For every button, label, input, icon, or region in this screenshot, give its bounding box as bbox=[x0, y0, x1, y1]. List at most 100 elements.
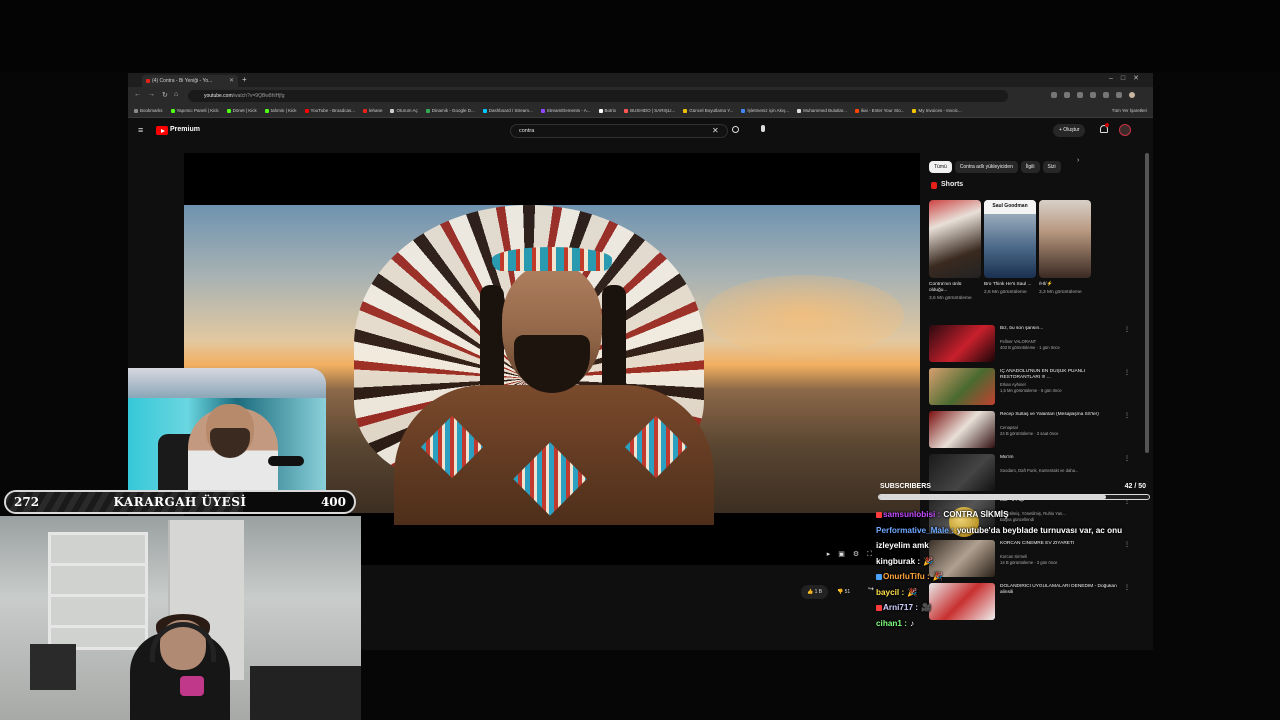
forward-icon[interactable]: → bbox=[148, 91, 155, 98]
recommendation-item[interactable]: İÇ ANADOLU'NUN EN DÜŞÜK PUANLI RESTORANT… bbox=[929, 368, 1144, 408]
youtube-premium-label[interactable]: Premium bbox=[170, 126, 200, 133]
recommendation-title[interactable]: Recep Sultaş ve Yalanları (Mesajlaşma SS… bbox=[1000, 412, 1126, 418]
new-tab-icon[interactable]: + bbox=[242, 75, 247, 84]
bookmark-favicon-icon bbox=[264, 108, 269, 113]
bookmark-label: İşletmeniz için Akış... bbox=[747, 108, 790, 113]
url-host: youtube.com bbox=[204, 93, 233, 99]
video-thumbnail[interactable] bbox=[929, 325, 995, 362]
address-bar[interactable]: youtube.com/watch?v=9QBw8hlHjfg bbox=[188, 90, 1008, 102]
bookmark-item[interactable]: Muhammed Bulutlar... bbox=[797, 108, 847, 113]
window-controls[interactable]: –□✕ bbox=[1109, 74, 1147, 82]
bookmark-item[interactable]: Oturum Aç bbox=[390, 108, 418, 113]
youtube-logo-icon[interactable] bbox=[156, 126, 168, 135]
bookmark-item[interactable]: Bookmarks bbox=[134, 108, 163, 113]
microphone-icon[interactable] bbox=[761, 125, 765, 132]
bookmark-favicon-icon bbox=[170, 108, 175, 113]
clear-search-icon[interactable]: ✕ bbox=[712, 126, 719, 135]
bookmark-favicon-icon bbox=[683, 108, 688, 113]
chat-badge-icon bbox=[876, 604, 882, 611]
extension-icon[interactable] bbox=[1090, 92, 1096, 98]
recommendation-title[interactable]: Biz, bu son şansın... bbox=[1000, 326, 1126, 332]
extension-icons bbox=[1051, 92, 1135, 98]
shorts-icon bbox=[931, 182, 937, 189]
dislike-button[interactable]: 👎 51 bbox=[837, 589, 850, 595]
recommendation-title[interactable]: İÇ ANADOLU'NUN EN DÜŞÜK PUANLI RESTORANT… bbox=[1000, 369, 1126, 381]
extension-icon[interactable] bbox=[1051, 92, 1057, 98]
chat-message: samsunlobisi : CONTRA SİKMİŞ bbox=[876, 507, 1148, 523]
bookmark-favicon-icon bbox=[598, 108, 603, 113]
bookmark-item[interactable]: Dönet | Kick bbox=[226, 108, 257, 113]
chat-text: 🎉 bbox=[923, 556, 934, 566]
extension-icon[interactable] bbox=[1064, 92, 1070, 98]
chat-username[interactable]: OnurluTifu : bbox=[883, 572, 930, 581]
search-input[interactable]: contra bbox=[510, 124, 728, 138]
bookmark-item[interactable]: Botrix bbox=[598, 108, 616, 113]
chat-username[interactable]: Performative_Male : bbox=[876, 526, 954, 535]
back-icon[interactable]: ← bbox=[134, 91, 141, 98]
account-avatar[interactable] bbox=[1119, 124, 1131, 136]
hamburger-menu-icon[interactable]: ≡ bbox=[138, 125, 143, 135]
download-icon[interactable] bbox=[1103, 92, 1109, 98]
recommendation-item[interactable]: Biz, bu son şansın... Fellner VALORANT 403… bbox=[929, 325, 1144, 365]
chat-username[interactable]: baycil : bbox=[876, 588, 904, 597]
chat-username[interactable]: kingburak : bbox=[876, 557, 920, 566]
home-icon[interactable]: ⌂ bbox=[174, 91, 178, 98]
recommendation-item[interactable]: Recep Sultaş ve Yalanları (Mesajlaşma SS… bbox=[929, 411, 1144, 451]
channel-name[interactable]: Soodaro, Daft Punk, Kantentakt ve daha..… bbox=[1000, 468, 1126, 474]
shirt-print bbox=[180, 676, 204, 696]
reload-icon[interactable]: ↻ bbox=[162, 91, 168, 99]
bookmark-item[interactable]: lehane bbox=[362, 108, 382, 113]
url-path: /watch?v=9QBw8hlHjfg bbox=[232, 93, 285, 99]
recommendation-title[interactable]: Mix'im bbox=[1000, 455, 1126, 461]
more-options-icon[interactable]: ⋮ bbox=[1124, 455, 1130, 462]
short-title[interactable]: Bro Think He's Saul ... 2,6 Mn görüntülem… bbox=[984, 282, 1036, 296]
chevron-right-icon[interactable]: › bbox=[1077, 157, 1079, 164]
bookmark-item[interactable]: Dashboard / Stream... bbox=[482, 108, 533, 113]
bookmark-item[interactable]: YouTube - Broadcas... bbox=[304, 108, 355, 113]
bookmark-item[interactable]: tahmin | Kick bbox=[264, 108, 297, 113]
video-thumbnail[interactable] bbox=[929, 368, 995, 405]
filter-chip[interactable]: Contra adlı yükleyiciden bbox=[954, 161, 1018, 173]
player-control-icons[interactable]: ▸▣⚙⛶ bbox=[827, 550, 880, 559]
scrollbar[interactable] bbox=[1145, 153, 1149, 453]
bookmark-label: tahmin | Kick bbox=[270, 108, 297, 113]
more-options-icon[interactable]: ⋮ bbox=[1124, 326, 1130, 333]
chat-username[interactable]: cihan1 : bbox=[876, 619, 907, 628]
profile-avatar[interactable] bbox=[1129, 92, 1135, 98]
filter-chip[interactable]: Sizi bbox=[1042, 161, 1061, 173]
bookmark-item[interactable]: Güncel Boyutlama Y... bbox=[683, 108, 733, 113]
video-thumbnail[interactable] bbox=[929, 411, 995, 448]
bookmark-item[interactable]: My Invoices - Invoic... bbox=[912, 108, 962, 113]
bookmark-item[interactable]: İşletmeniz için Akış... bbox=[741, 108, 789, 113]
short-title[interactable]: /Hİ/⚡ 3,3 Mn görüntüleme bbox=[1039, 282, 1091, 296]
bookmark-item[interactable]: ikai - Enter Your Sto... bbox=[854, 108, 904, 113]
extension-icon[interactable] bbox=[1077, 92, 1083, 98]
filter-chip[interactable]: Tümü bbox=[929, 161, 952, 173]
filter-chip[interactable]: İlgili bbox=[1020, 161, 1040, 173]
chat-message: cihan1 : ♪ bbox=[876, 616, 1148, 632]
short-title[interactable]: Contra'nın ünlü olduğu... 3,6 Mn görüntül… bbox=[929, 282, 981, 302]
tab-youtube[interactable]: (4) Contra - Bi Yeniği - Yo... ✕ bbox=[142, 75, 238, 87]
bookmark-item[interactable]: Yapımcı Paneli | Kick bbox=[170, 108, 219, 113]
all-bookmarks[interactable]: Tüm Yer İşaretleri bbox=[1112, 108, 1147, 113]
bookmark-item[interactable]: BUSHIDO | SARIŞLI... bbox=[624, 108, 675, 113]
extension-icon[interactable] bbox=[1116, 92, 1122, 98]
chat-username[interactable]: Arni717 : bbox=[883, 603, 918, 612]
chat-text: ♪ bbox=[909, 618, 915, 628]
tab-close-icon[interactable]: ✕ bbox=[229, 77, 234, 84]
more-options-icon[interactable]: ⋮ bbox=[1124, 412, 1130, 419]
like-button[interactable]: 👍 1 B bbox=[801, 585, 829, 599]
short-thumbnail[interactable] bbox=[929, 200, 981, 278]
share-icon[interactable]: ↪ bbox=[868, 585, 874, 593]
microphone bbox=[268, 456, 304, 466]
short-thumbnail[interactable] bbox=[1039, 200, 1091, 278]
create-button[interactable]: + Oluştur bbox=[1053, 124, 1086, 137]
short-thumbnail[interactable]: Saul Goodman bbox=[984, 200, 1036, 278]
more-options-icon[interactable]: ⋮ bbox=[1124, 369, 1130, 376]
chat-username[interactable]: samsunlobisi : bbox=[883, 510, 940, 519]
bookmark-item[interactable]: Dinamik - Google D... bbox=[425, 108, 475, 113]
bookmark-favicon-icon bbox=[854, 108, 859, 113]
search-icon[interactable] bbox=[732, 126, 739, 133]
bookmark-favicon-icon bbox=[741, 108, 746, 113]
bookmark-item[interactable]: StreamElements - A... bbox=[540, 108, 591, 113]
